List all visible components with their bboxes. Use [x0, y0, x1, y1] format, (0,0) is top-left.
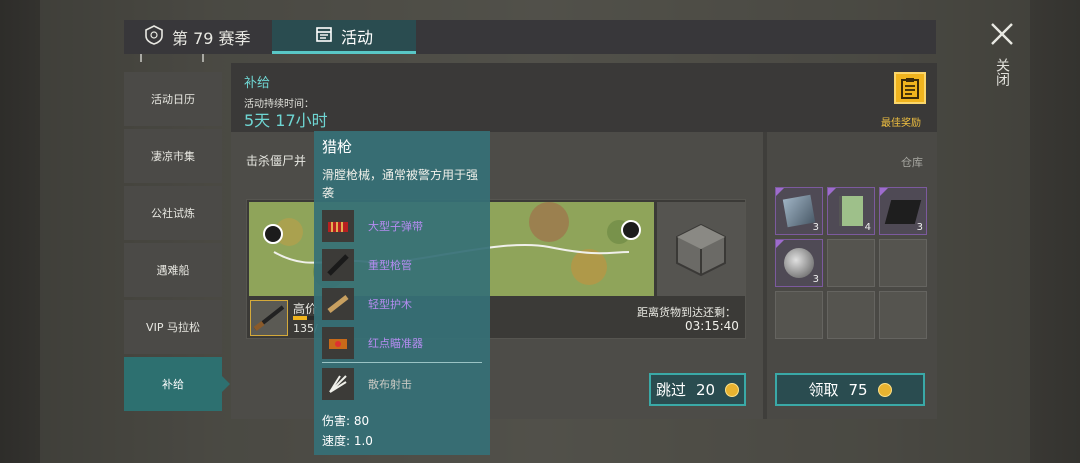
- metal-plate-icon: [782, 194, 816, 228]
- close-button[interactable]: [988, 20, 1016, 48]
- attachment-row: 大型子弹带: [322, 208, 423, 244]
- clipboard-icon: [901, 78, 919, 99]
- storage-label: 仓库: [901, 156, 923, 169]
- crate-icon: [676, 223, 726, 277]
- sidebar: 活动日历 凄凉市集 公社试炼 遇难船 VIP 马拉松 补给: [124, 72, 230, 414]
- tab-activity[interactable]: 活动: [272, 20, 416, 54]
- goal-marker-icon: [621, 220, 641, 240]
- storage-slot[interactable]: 3: [775, 239, 823, 287]
- claim-button[interactable]: 领取 75: [775, 373, 925, 406]
- sidebar-item-shipwreck[interactable]: 遇难船: [124, 243, 222, 297]
- storage-grid: 3 4 3 3: [775, 187, 927, 339]
- arrival-label: 距离货物到达还剩：: [637, 306, 736, 319]
- best-reward-button[interactable]: [894, 72, 926, 104]
- close-label: 关闭: [994, 58, 1010, 86]
- storage-slot[interactable]: 3: [775, 187, 823, 235]
- attachment-row: 轻型护木: [322, 286, 412, 322]
- skip-cost: 20: [695, 380, 716, 399]
- storage-slot[interactable]: [775, 291, 823, 339]
- attachment-label: 红点瞄准器: [368, 337, 423, 350]
- skip-label: 跳过: [655, 381, 686, 399]
- attachment-label: 轻型护木: [368, 298, 412, 311]
- tab-season-label: 第 79 赛季: [172, 29, 251, 48]
- storage-slot[interactable]: [827, 239, 875, 287]
- calendar-icon: [315, 25, 333, 47]
- heavy-barrel-icon: [322, 249, 354, 281]
- claim-cost: 75: [848, 380, 868, 399]
- arrival-timer: 03:15:40: [685, 319, 739, 333]
- claim-label: 领取: [808, 381, 839, 399]
- supply-crate[interactable]: [657, 202, 745, 296]
- attachment-row: 重型枪管: [322, 247, 412, 283]
- attachment-label: 重型枪管: [368, 259, 412, 272]
- top-tab-bar: 第 79 赛季 活动: [124, 20, 936, 54]
- event-header: 补给 活动持续时间： 5天 17小时 最佳奖励: [231, 63, 937, 132]
- black-cloth-icon: [884, 200, 922, 224]
- skip-button[interactable]: 跳过 20: [649, 373, 746, 406]
- weapon-tooltip: 猎枪 滑膛枪械，通常被警方用于强袭 大型子弹带 重型枪管 轻型护木 红点瞄准器 …: [314, 131, 490, 455]
- shotgun-thumbnail[interactable]: [250, 300, 288, 336]
- start-marker-icon: [263, 224, 283, 244]
- lens-icon: [784, 248, 814, 278]
- attachment-label: 散布射击: [368, 378, 412, 391]
- sidebar-item-supply[interactable]: 补给: [124, 357, 230, 411]
- attachment-label: 大型子弹带: [368, 220, 423, 233]
- speed-stat: 速度: 1.0: [322, 434, 373, 448]
- sidebar-item-vip-marathon[interactable]: VIP 马拉松: [124, 300, 222, 354]
- best-reward-label: 最佳奖励: [881, 118, 921, 129]
- coin-icon: [725, 382, 740, 397]
- event-title: 补给: [244, 76, 271, 91]
- tab-season[interactable]: 第 79 赛季: [144, 20, 251, 54]
- task-description: 击杀僵尸并: [246, 154, 307, 168]
- ammo-belt-icon: [322, 210, 354, 242]
- duration-value: 5天 17小时: [244, 111, 328, 130]
- tooltip-divider: [322, 362, 482, 363]
- attachment-row: 散布射击: [322, 366, 412, 402]
- light-handguard-icon: [322, 288, 354, 320]
- attachment-row: 红点瞄准器: [322, 325, 423, 361]
- tooltip-title: 猎枪: [322, 138, 353, 156]
- red-dot-sight-icon: [322, 327, 354, 359]
- storage-slot[interactable]: [827, 291, 875, 339]
- damage-stat: 伤害: 80: [322, 414, 370, 428]
- spread-shot-icon: [322, 368, 354, 400]
- sidebar-item-market[interactable]: 凄凉市集: [124, 129, 222, 183]
- shield-icon: [144, 25, 164, 49]
- notebook-icon: [839, 196, 863, 226]
- shotgun-icon: [253, 305, 285, 331]
- sidebar-item-calendar[interactable]: 活动日历: [124, 72, 222, 126]
- storage-slot[interactable]: [879, 291, 927, 339]
- storage-slot[interactable]: 3: [879, 187, 927, 235]
- tab-activity-label: 活动: [340, 27, 373, 47]
- tooltip-description: 滑膛枪械，通常被警方用于强袭: [322, 168, 479, 200]
- close-icon: [991, 23, 1013, 45]
- coin-icon: [877, 382, 892, 397]
- storage-slot[interactable]: [879, 239, 927, 287]
- sidebar-item-commune-trial[interactable]: 公社试炼: [124, 186, 222, 240]
- storage-slot[interactable]: 4: [827, 187, 875, 235]
- scroll-indicator: [140, 54, 206, 64]
